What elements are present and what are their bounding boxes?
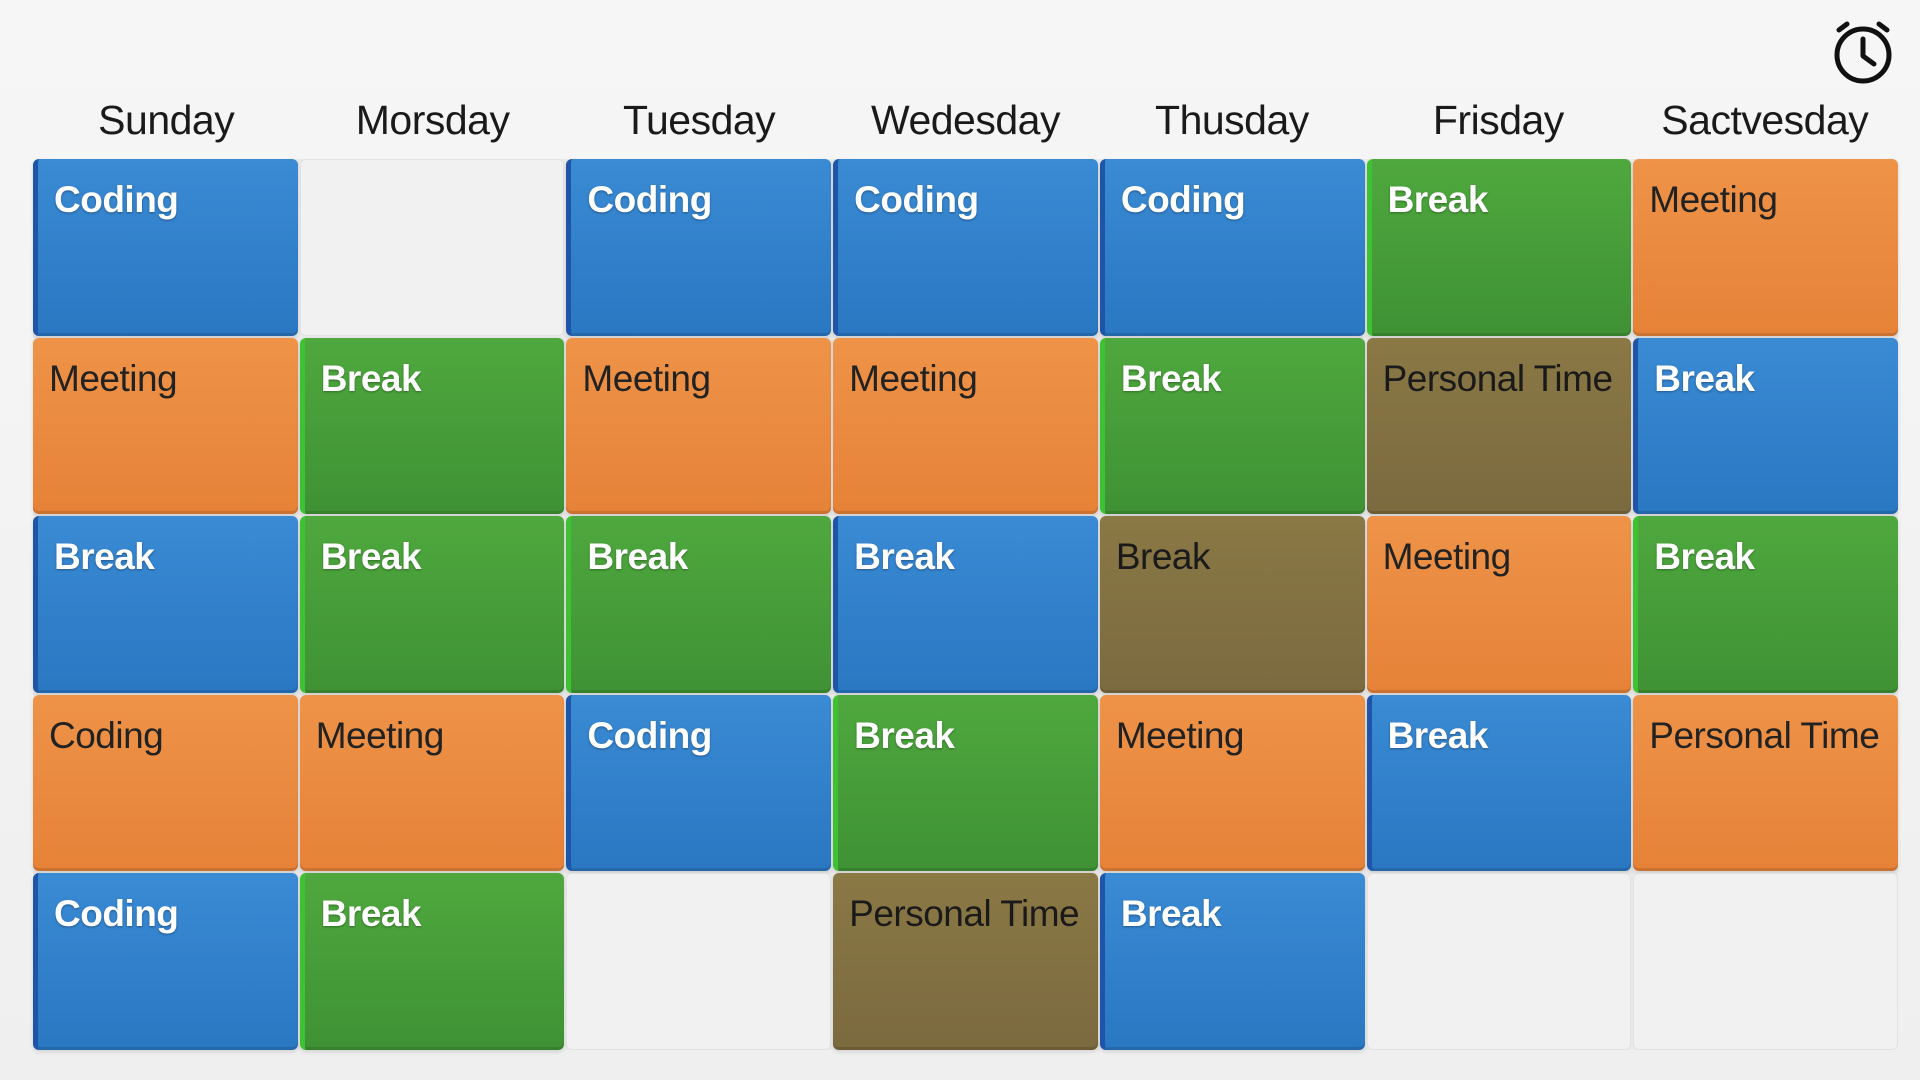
empty-slot[interactable]: [299, 159, 565, 336]
schedule-block-label: Break: [1387, 179, 1489, 220]
empty-slot[interactable]: [566, 873, 832, 1050]
schedule-block[interactable]: Coding: [1099, 159, 1365, 336]
schedule-block[interactable]: Coding: [566, 159, 832, 336]
schedule-block-label: Coding: [1120, 179, 1246, 220]
weekly-schedule-app: Sunday Morsday Tuesday Wedesday Thusday …: [0, 0, 1920, 1080]
schedule-block[interactable]: Meeting: [1366, 516, 1632, 693]
schedule-block[interactable]: Personal Time: [833, 873, 1098, 1050]
schedule-block-label: Coding: [54, 893, 179, 935]
schedule-block-label: Coding: [49, 714, 164, 756]
schedule-block[interactable]: Break: [1633, 337, 1898, 515]
schedule-block[interactable]: Meeting: [1099, 694, 1365, 872]
schedule-block-label: Meeting: [49, 357, 178, 399]
schedule-block-label: Break: [854, 536, 955, 578]
schedule-block[interactable]: Break: [1099, 873, 1365, 1050]
schedule-block[interactable]: Break: [299, 516, 565, 693]
schedule-block[interactable]: Personal Time: [1633, 694, 1898, 872]
schedule-block[interactable]: Break: [1633, 516, 1898, 693]
schedule-block[interactable]: Coding: [33, 159, 298, 336]
schedule-block[interactable]: Break: [1366, 159, 1632, 336]
schedule-block[interactable]: Coding: [833, 159, 1098, 336]
schedule-block-label: Break: [1387, 714, 1489, 756]
schedule-block[interactable]: Meeting: [299, 694, 565, 872]
empty-slot[interactable]: [1366, 873, 1632, 1050]
schedule-block-label: Break: [54, 536, 155, 578]
schedule-block-label: Break: [320, 536, 422, 578]
schedule-block-label: Break: [587, 536, 688, 578]
schedule-block-label: Break: [1654, 536, 1755, 578]
schedule-block[interactable]: Break: [566, 516, 832, 693]
schedule-block[interactable]: Break: [299, 873, 565, 1050]
day-header-frisday: Frisday: [1432, 97, 1564, 143]
schedule-block-label: Break: [1120, 893, 1222, 935]
schedule-block-label: Meeting: [1649, 179, 1778, 220]
schedule-block-label: Break: [854, 714, 955, 756]
schedule-block-label: Break: [1654, 357, 1755, 399]
day-header-tuesday: Tuesday: [622, 97, 776, 143]
schedule-block-label: Meeting: [849, 357, 978, 399]
day-header-morsday: Morsday: [355, 97, 510, 143]
schedule-block-label: Break: [320, 893, 422, 935]
schedule-block-label: Coding: [54, 179, 179, 220]
schedule-block[interactable]: Coding: [33, 694, 298, 872]
schedule-block[interactable]: Coding: [566, 694, 832, 872]
schedule-block[interactable]: Break: [1099, 516, 1365, 693]
day-header-wedesday: Wedesday: [871, 97, 1060, 143]
schedule-block[interactable]: Meeting: [566, 337, 832, 515]
day-header-sunday: Sunday: [98, 97, 235, 143]
schedule-block-label: Break: [1120, 357, 1222, 399]
schedule-block-label: Coding: [587, 179, 712, 220]
schedule-block-label: Personal Time: [849, 893, 1080, 935]
schedule-block[interactable]: Meeting: [833, 337, 1098, 515]
schedule-block-label: Personal Time: [1382, 357, 1613, 399]
schedule-block-label: Coding: [854, 179, 979, 220]
day-header-thusday: Thusday: [1155, 97, 1309, 143]
schedule-grid: Coding Coding Coding Coding Break Meeting Meet…: [33, 159, 1898, 1050]
schedule-block-label: Meeting: [582, 357, 711, 399]
schedule-block-label: Break: [320, 357, 422, 399]
schedule-block-label: Personal Time: [1649, 714, 1880, 756]
schedule-block[interactable]: Personal Time: [1366, 337, 1632, 515]
schedule-block-label: Coding: [587, 714, 712, 756]
schedule-block-label: Meeting: [315, 714, 445, 756]
schedule-block[interactable]: Break: [833, 516, 1098, 693]
schedule-block[interactable]: Coding: [33, 873, 298, 1050]
schedule-block-label: Meeting: [1115, 714, 1245, 756]
empty-slot[interactable]: [1633, 873, 1898, 1050]
schedule-block[interactable]: Meeting: [33, 337, 298, 515]
schedule-block-label: Break: [1115, 536, 1211, 578]
schedule-block[interactable]: Break: [299, 337, 565, 515]
schedule-block[interactable]: Break: [1099, 337, 1365, 515]
schedule-block[interactable]: Break: [33, 516, 298, 693]
schedule-block[interactable]: Break: [1366, 694, 1632, 872]
day-header-row: Sunday Morsday Tuesday Wedesday Thusday …: [33, 90, 1898, 150]
schedule-block-label: Meeting: [1382, 536, 1512, 578]
alarm-clock-icon[interactable]: [1827, 16, 1899, 88]
schedule-block[interactable]: Meeting: [1633, 159, 1898, 336]
day-header-sactvesday: Sactvesday: [1661, 97, 1869, 143]
schedule-block[interactable]: Break: [833, 694, 1098, 872]
